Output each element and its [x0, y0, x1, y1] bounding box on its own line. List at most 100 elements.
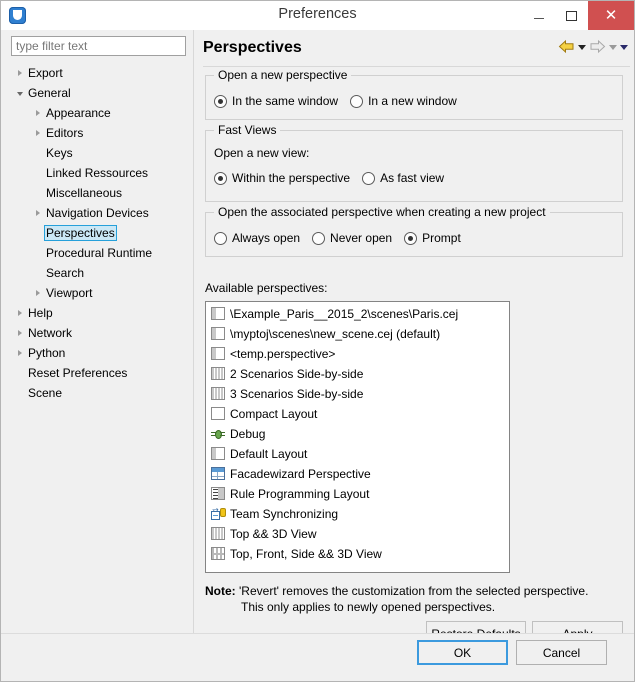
navigation-arrows: [558, 39, 628, 54]
rule-panel-icon: [210, 486, 226, 502]
available-perspectives-label: Available perspectives:: [205, 281, 328, 295]
tree-item-linked-ressources[interactable]: Linked Ressources: [1, 163, 193, 183]
forward-arrow-icon: [589, 39, 606, 54]
team-sync-icon: ⇄: [210, 506, 226, 522]
filter-input[interactable]: [11, 36, 186, 56]
layout-blank-icon: [210, 406, 226, 422]
radio-prompt[interactable]: Prompt: [404, 231, 461, 245]
radio-within-the-perspective[interactable]: Within the perspective: [214, 171, 350, 185]
layout-sidebar-icon: [210, 346, 226, 362]
list-item[interactable]: Debug: [206, 424, 509, 444]
layout-columns-icon: [210, 386, 226, 402]
radio-indicator[interactable]: [362, 171, 376, 185]
list-item[interactable]: Facadewizard Perspective: [206, 464, 509, 484]
list-item[interactable]: \myptoj\scenes\new_scene.cej (default): [206, 324, 509, 344]
list-item[interactable]: Top && 3D View: [206, 524, 509, 544]
radio-indicator[interactable]: [350, 94, 364, 108]
note-line-2: This only applies to newly opened perspe…: [241, 600, 496, 614]
chevron-right-icon[interactable]: [31, 283, 44, 303]
sidebar: Export General Appearance Editors Keys: [1, 30, 193, 633]
page-menu-icon[interactable]: [620, 45, 628, 50]
list-item[interactable]: \Example_Paris__2015_2\scenes\Paris.cej: [206, 304, 509, 324]
tree-item-reset-preferences[interactable]: Reset Preferences: [1, 363, 193, 383]
eclipse-app-icon: [8, 6, 28, 26]
close-button[interactable]: ✕: [588, 1, 634, 30]
tree-item-general[interactable]: General: [1, 83, 193, 103]
list-item[interactable]: Top, Front, Side && 3D View: [206, 544, 509, 564]
tree-item-navigation-devices[interactable]: Navigation Devices: [1, 203, 193, 223]
preferences-tree[interactable]: Export General Appearance Editors Keys L…: [1, 63, 193, 633]
available-perspectives-list[interactable]: \Example_Paris__2015_2\scenes\Paris.cej …: [205, 301, 510, 573]
tree-item-scene[interactable]: Scene: [1, 383, 193, 403]
radio-indicator[interactable]: [312, 231, 326, 245]
chevron-right-icon[interactable]: [31, 123, 44, 143]
list-item[interactable]: Rule Programming Layout: [206, 484, 509, 504]
list-item[interactable]: 3 Scenarios Side-by-side: [206, 384, 509, 404]
list-item[interactable]: Default Layout: [206, 444, 509, 464]
radio-in-a-new-window[interactable]: In a new window: [350, 94, 457, 108]
radio-as-fast-view[interactable]: As fast view: [362, 171, 444, 185]
tree-item-help[interactable]: Help: [1, 303, 193, 323]
maximize-button[interactable]: [555, 1, 588, 30]
ok-button[interactable]: OK: [417, 640, 508, 665]
fast-views-radios: Within the perspective As fast view: [214, 171, 456, 185]
tree-item-perspectives[interactable]: Perspectives: [1, 223, 193, 243]
chevron-right-icon[interactable]: [31, 103, 44, 123]
header-divider: [203, 66, 630, 67]
radio-indicator[interactable]: [404, 231, 418, 245]
tree-item-viewport[interactable]: Viewport: [1, 283, 193, 303]
note-label: Note:: [205, 584, 236, 598]
radio-in-the-same-window[interactable]: In the same window: [214, 94, 338, 108]
chevron-right-icon[interactable]: [31, 203, 44, 223]
tree-item-procedural-runtime[interactable]: Procedural Runtime: [1, 243, 193, 263]
chevron-right-icon[interactable]: [13, 323, 26, 343]
tree-item-appearance[interactable]: Appearance: [1, 103, 193, 123]
panel-divider: [193, 30, 194, 633]
radio-never-open[interactable]: Never open: [312, 231, 392, 245]
table-icon: [210, 466, 226, 482]
tree-item-network[interactable]: Network: [1, 323, 193, 343]
layout-sidebar-icon: [210, 306, 226, 322]
list-item[interactable]: <temp.perspective>: [206, 344, 509, 364]
open-perspective-radios: In the same window In a new window: [214, 94, 469, 108]
list-item[interactable]: Compact Layout: [206, 404, 509, 424]
tree-item-search[interactable]: Search: [1, 263, 193, 283]
layout-sidebar-icon: [210, 326, 226, 342]
page-title: Perspectives: [203, 39, 302, 56]
note-text: Note: 'Revert' removes the customization…: [205, 583, 588, 615]
radio-always-open[interactable]: Always open: [214, 231, 300, 245]
preferences-window: Preferences ✕ Export General: [0, 0, 635, 682]
tree-item-keys[interactable]: Keys: [1, 143, 193, 163]
preference-page: Perspectives Open a new perspective In t…: [197, 30, 634, 646]
back-dropdown-icon[interactable]: [578, 45, 586, 50]
fast-views-sublabel: Open a new view:: [214, 146, 310, 160]
radio-indicator[interactable]: [214, 94, 227, 108]
tree-item-export[interactable]: Export: [1, 63, 193, 83]
chevron-down-icon[interactable]: [13, 83, 26, 103]
window-controls: ✕: [522, 1, 634, 30]
group-fast-views: Fast Views Open a new view: Within the p…: [205, 123, 623, 202]
list-item[interactable]: 2 Scenarios Side-by-side: [206, 364, 509, 384]
chevron-right-icon[interactable]: [13, 303, 26, 323]
layout-columns-icon: [210, 366, 226, 382]
radio-indicator[interactable]: [214, 231, 227, 245]
associated-perspective-radios: Always open Never open Prompt: [214, 231, 473, 245]
dialog-body: Export General Appearance Editors Keys: [1, 30, 634, 646]
tree-item-python[interactable]: Python: [1, 343, 193, 363]
minimize-button[interactable]: [522, 1, 555, 30]
radio-indicator[interactable]: [214, 171, 227, 185]
dialog-footer: OK Cancel: [1, 633, 634, 681]
forward-dropdown-icon: [609, 45, 617, 50]
list-item[interactable]: ⇄ Team Synchronizing: [206, 504, 509, 524]
tree-item-editors[interactable]: Editors: [1, 123, 193, 143]
tree-item-miscellaneous[interactable]: Miscellaneous: [1, 183, 193, 203]
cancel-button[interactable]: Cancel: [516, 640, 607, 665]
layout-grid-icon: [210, 546, 226, 562]
chevron-right-icon[interactable]: [13, 343, 26, 363]
back-arrow-icon[interactable]: [558, 39, 575, 54]
title-bar: Preferences ✕: [1, 1, 634, 30]
close-icon: ✕: [604, 6, 618, 24]
chevron-right-icon[interactable]: [13, 63, 26, 83]
layout-columns-icon: [210, 526, 226, 542]
group-open-new-perspective: Open a new perspective In the same windo…: [205, 68, 623, 120]
